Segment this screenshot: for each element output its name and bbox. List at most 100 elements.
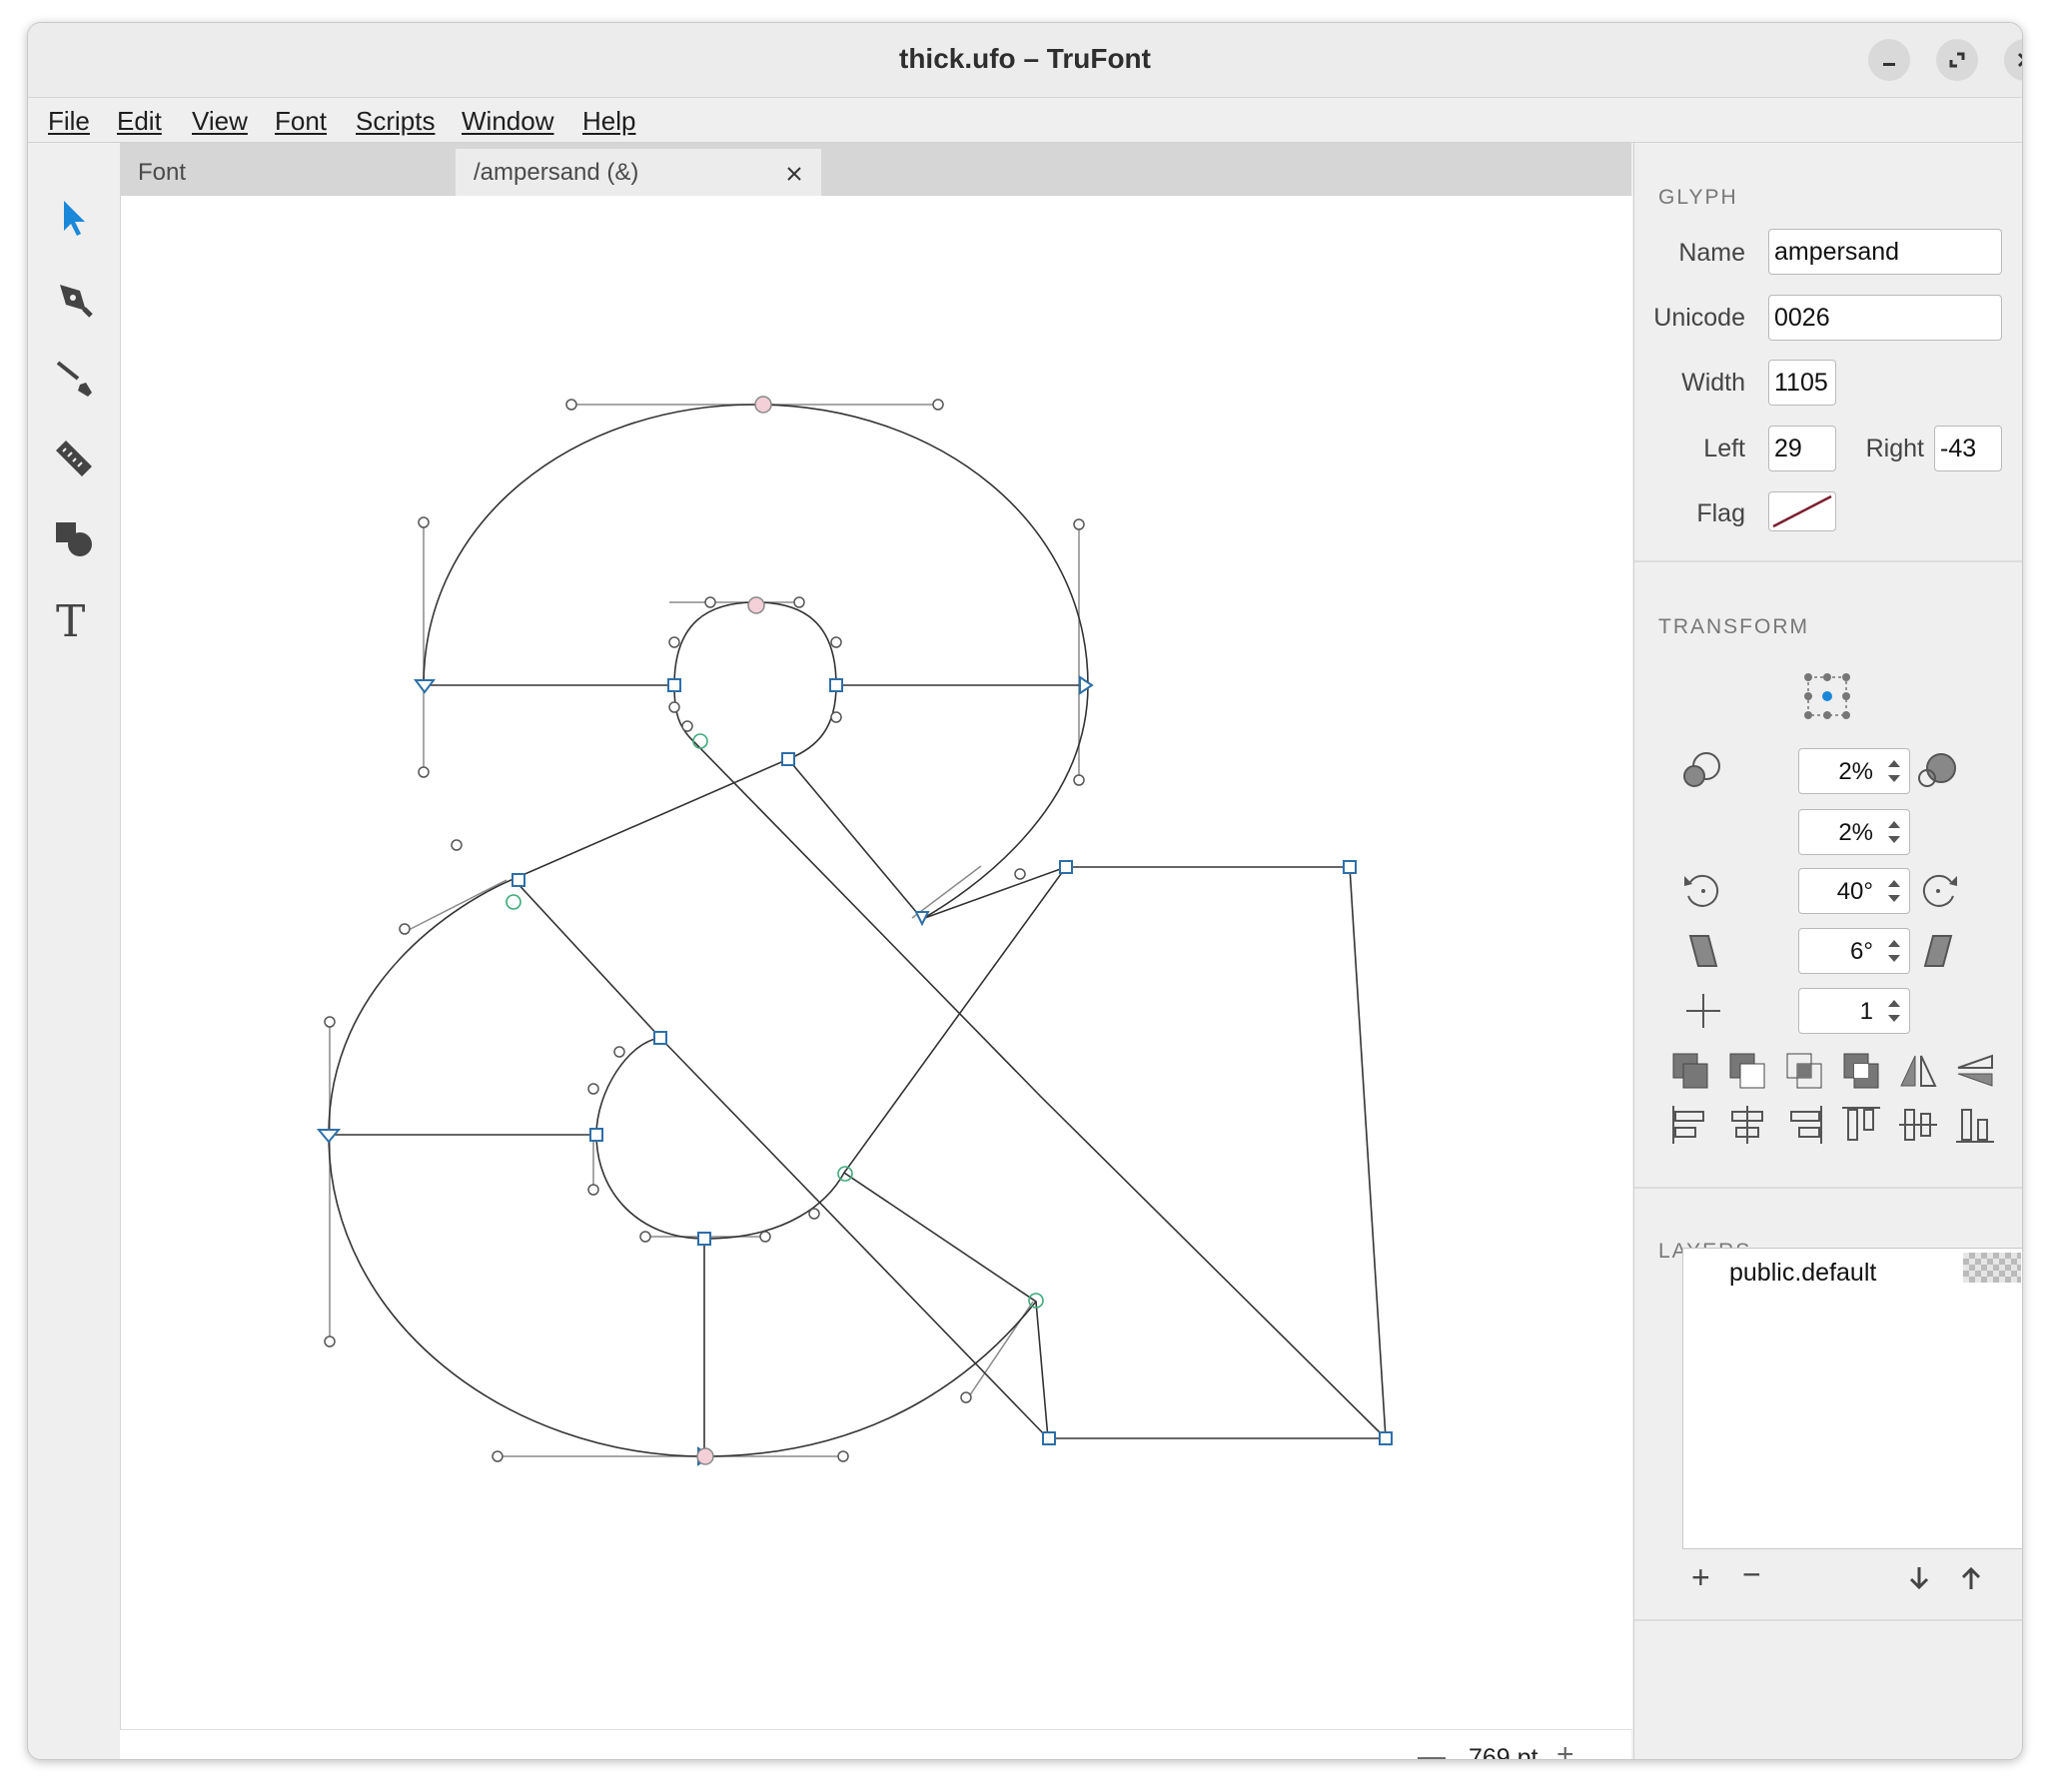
app-window: thick.ufo – TruFont File Edit View Font … (27, 22, 2023, 1760)
menu-scripts[interactable]: Scripts (356, 106, 435, 137)
text-tool[interactable]: T (48, 592, 100, 644)
zoom-level: 769 pt (1469, 1744, 1538, 1760)
glyph-outline[interactable] (121, 196, 1632, 1729)
scale-y-field[interactable]: 2% (1798, 809, 1910, 855)
pen-tool[interactable] (48, 273, 100, 325)
zoom-in-button[interactable]: + (1556, 1738, 1574, 1759)
ruler-tool[interactable] (48, 433, 100, 484)
remove-layer-button[interactable]: − (1742, 1556, 1761, 1593)
origin-selector-icon[interactable] (1801, 670, 1853, 722)
mirror-horizontal-icon[interactable] (1895, 1048, 1941, 1094)
mirror-vertical-icon[interactable] (1952, 1048, 1998, 1094)
align-center-icon[interactable] (1724, 1102, 1770, 1148)
scale-up-icon[interactable] (1915, 748, 1961, 794)
transform-section-title: TRANSFORM (1658, 615, 1809, 638)
arrow-pointer-icon (64, 201, 85, 236)
scale-down-icon[interactable] (1680, 748, 1726, 794)
width-input[interactable] (1768, 360, 1836, 406)
shapes-icon (56, 522, 92, 556)
minimize-button[interactable] (1868, 39, 1910, 81)
close-tab-icon[interactable] (783, 163, 805, 185)
menu-window[interactable]: Window (462, 106, 553, 137)
rotate-left-icon[interactable] (1680, 868, 1726, 914)
scale-x-value: 2% (1838, 758, 1873, 785)
move-layer-down-icon[interactable] (1906, 1565, 1932, 1591)
flag-color-swatch[interactable] (1768, 491, 1836, 531)
flag-diagonal-icon (1772, 494, 1832, 528)
close-icon (2017, 52, 2022, 68)
pen-icon (60, 285, 93, 318)
tool-bar: T (28, 143, 120, 1759)
title-bar[interactable]: thick.ufo – TruFont (28, 23, 2022, 98)
align-top-icon[interactable] (1838, 1102, 1884, 1148)
zoom-out-button[interactable]: — (1418, 1740, 1446, 1759)
subtract-icon[interactable] (1724, 1048, 1770, 1094)
unicode-label: Unicode (1653, 304, 1745, 332)
layer-item-name[interactable]: public.default (1729, 1259, 1876, 1288)
align-middle-icon[interactable] (1895, 1102, 1941, 1148)
skew-value: 6° (1850, 938, 1873, 965)
right-sidebearing-input[interactable] (1934, 426, 2002, 471)
skew-field[interactable]: 6° (1798, 928, 1910, 974)
align-right-icon[interactable] (1781, 1102, 1827, 1148)
left-label: Left (1703, 435, 1745, 462)
tab-glyph[interactable]: /ampersand (&) (456, 149, 821, 196)
move-field[interactable]: 1 (1798, 988, 1910, 1034)
intersect-icon[interactable] (1781, 1048, 1827, 1094)
skew-right-icon[interactable] (1915, 928, 1961, 974)
xor-icon[interactable] (1838, 1048, 1884, 1094)
glyph-name-input[interactable] (1768, 229, 2002, 275)
separator (1634, 560, 2022, 562)
scale-x-field[interactable]: 2% (1798, 748, 1910, 794)
right-label: Right (1865, 435, 1924, 462)
layers-list[interactable]: public.default (1682, 1248, 2022, 1549)
left-sidebearing-input[interactable] (1768, 426, 1836, 471)
name-label: Name (1678, 239, 1745, 267)
maximize-icon (1949, 52, 1965, 68)
window-title: thick.ufo – TruFont (899, 43, 1151, 74)
menu-help[interactable]: Help (582, 106, 635, 137)
spinner-arrows-icon (1888, 1000, 1900, 1022)
union-icon[interactable] (1667, 1048, 1713, 1094)
separator (1634, 1619, 2022, 1621)
knife-icon (56, 361, 92, 397)
move-layer-up-icon[interactable] (1958, 1565, 1984, 1591)
status-bar: — 769 pt + (120, 1729, 1631, 1760)
shapes-tool[interactable] (48, 512, 100, 564)
move-value: 1 (1859, 998, 1873, 1025)
menu-font[interactable]: Font (275, 106, 327, 137)
menu-file[interactable]: File (48, 106, 90, 137)
rotate-field[interactable]: 40° (1798, 868, 1910, 914)
spinner-arrows-icon (1888, 940, 1900, 962)
spinner-arrows-icon (1888, 760, 1900, 782)
svg-text:T: T (56, 598, 85, 642)
unicode-input[interactable] (1768, 295, 2002, 341)
layer-color-swatch[interactable] (1963, 1253, 2021, 1283)
glyph-section-title: GLYPH (1658, 186, 1738, 209)
align-left-icon[interactable] (1667, 1102, 1713, 1148)
tab-glyph-label: /ampersand (&) (474, 159, 639, 186)
knife-tool[interactable] (48, 353, 100, 405)
flag-label: Flag (1696, 499, 1745, 527)
width-label: Width (1681, 369, 1745, 397)
text-icon: T (56, 598, 85, 642)
menu-edit[interactable]: Edit (117, 106, 162, 137)
scale-y-value: 2% (1838, 819, 1873, 846)
glyph-canvas[interactable] (120, 196, 1632, 1729)
rotate-value: 40° (1836, 878, 1873, 905)
skew-left-icon[interactable] (1680, 928, 1726, 974)
menu-bar: File Edit View Font Scripts Window Help (28, 98, 2022, 143)
menu-view[interactable]: View (192, 106, 248, 137)
tab-bar: Font /ampersand (&) (120, 143, 1631, 196)
maximize-button[interactable] (1936, 39, 1978, 81)
add-layer-button[interactable]: + (1691, 1559, 1710, 1596)
spinner-arrows-icon (1888, 880, 1900, 902)
minimize-icon (1883, 63, 1895, 66)
rotate-right-icon[interactable] (1915, 868, 1961, 914)
align-bottom-icon[interactable] (1952, 1102, 1998, 1148)
tab-font-label: Font (138, 159, 187, 186)
tab-font[interactable]: Font (120, 149, 454, 196)
move-icon[interactable] (1680, 988, 1726, 1034)
selection-tool[interactable] (48, 193, 100, 245)
spinner-arrows-icon (1888, 821, 1900, 843)
